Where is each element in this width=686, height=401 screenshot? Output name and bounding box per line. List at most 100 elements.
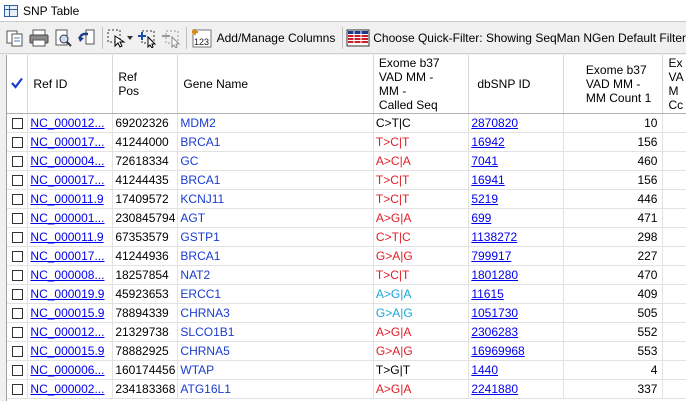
ref-id-link[interactable]: NC_000008... [30, 268, 104, 282]
add-manage-columns-button[interactable]: 123 Add/Manage Columns [190, 26, 340, 50]
undo-button[interactable] [75, 26, 99, 50]
row-checkbox[interactable] [11, 308, 23, 320]
ref-id-link[interactable]: NC_000011.9 [30, 192, 103, 206]
dbsnp-link[interactable]: 2870820 [471, 116, 518, 130]
deselect-button[interactable] [159, 26, 183, 50]
row-checkbox-cell[interactable] [7, 265, 29, 285]
table-row[interactable]: NC_000012... 69202326 MDM2 C>T|C 2870820 10 [7, 113, 686, 133]
table-row[interactable]: NC_000001... 230845794 AGT A>G|A 699 471 [7, 208, 686, 228]
ref-id-cell[interactable]: NC_000015.9 [27, 303, 114, 323]
row-checkbox-cell[interactable] [7, 360, 29, 380]
row-checkbox[interactable] [11, 194, 23, 206]
ref-id-link[interactable]: NC_000012... [30, 325, 104, 339]
row-checkbox-cell[interactable] [7, 379, 29, 399]
dbsnp-link[interactable]: 11615 [471, 287, 503, 301]
row-checkbox[interactable] [11, 137, 23, 149]
table-row[interactable]: NC_000012... 21329738 SLCO1B1 A>G|A 2306283 5… [7, 322, 686, 342]
ref-id-cell[interactable]: NC_000011.9 [27, 227, 114, 247]
dbsnp-cell[interactable]: 799917 [468, 246, 564, 266]
row-checkbox-cell[interactable] [7, 322, 29, 342]
row-checkbox-cell[interactable] [7, 284, 29, 304]
ref-id-link[interactable]: NC_000012... [30, 116, 104, 130]
ref-id-link[interactable]: NC_000011.9 [30, 230, 103, 244]
print-preview-button[interactable] [51, 26, 75, 50]
select-button[interactable] [105, 26, 126, 50]
table-row[interactable]: NC_000008... 18257854 NAT2 T>C|T 1801280 470 [7, 265, 686, 285]
row-checkbox[interactable] [11, 251, 23, 263]
dbsnp-cell[interactable]: 1801280 [468, 265, 564, 285]
dbsnp-cell[interactable]: 5219 [468, 189, 564, 209]
table-row[interactable]: NC_000015.9 78894339 CHRNA3 G>A|G 1051730 505 [7, 303, 686, 323]
dbsnp-link[interactable]: 7041 [471, 154, 498, 168]
row-checkbox[interactable] [11, 270, 23, 282]
select-all-column-header[interactable] [7, 55, 29, 114]
dbsnp-link[interactable]: 799917 [471, 249, 511, 263]
dbsnp-cell[interactable]: 16942 [468, 132, 564, 152]
select-rows-button[interactable] [135, 26, 159, 50]
row-checkbox-cell[interactable] [7, 132, 29, 152]
dbsnp-cell[interactable]: 16941 [468, 170, 564, 190]
quick-filter-button[interactable]: Choose Quick-Filter: Showing SeqMan NGen… [346, 26, 686, 50]
dbsnp-link[interactable]: 5219 [471, 192, 498, 206]
table-row[interactable]: NC_000019.9 45923653 ERCC1 A>G|A 11615 409 [7, 284, 686, 304]
ref-id-cell[interactable]: NC_000012... [27, 113, 114, 133]
row-checkbox[interactable] [11, 156, 23, 168]
row-checkbox[interactable] [11, 346, 23, 358]
ref-id-link[interactable]: NC_000015.9 [30, 306, 104, 320]
row-checkbox-cell[interactable] [7, 341, 29, 361]
column-header-mm-count[interactable]: Exome b37 VAD MM - MM Count 1 [563, 55, 664, 114]
row-checkbox[interactable] [11, 232, 23, 244]
column-header-gene-name[interactable]: Gene Name [177, 55, 374, 114]
row-checkbox-cell[interactable] [7, 151, 29, 171]
column-header-dbsnp-id[interactable]: dbSNP ID [468, 55, 564, 114]
table-row[interactable]: NC_000011.9 67353579 GSTP1 C>T|C 1138272 298 [7, 227, 686, 247]
dbsnp-cell[interactable]: 16969968 [468, 341, 564, 361]
dbsnp-link[interactable]: 1440 [471, 363, 498, 377]
table-row[interactable]: NC_000002... 234183368 ATG16L1 A>G|A 2241880… [7, 379, 686, 399]
row-checkbox[interactable] [11, 365, 23, 377]
select-dropdown-arrow[interactable] [126, 26, 135, 50]
column-header-ref-pos[interactable]: Ref Pos [112, 55, 179, 114]
row-checkbox-cell[interactable] [7, 208, 29, 228]
dbsnp-cell[interactable]: 11615 [468, 284, 564, 304]
dbsnp-cell[interactable]: 1138272 [468, 227, 564, 247]
ref-id-link[interactable]: NC_000017... [30, 173, 104, 187]
ref-id-cell[interactable]: NC_000017... [27, 170, 114, 190]
ref-id-cell[interactable]: NC_000017... [27, 132, 114, 152]
row-checkbox[interactable] [11, 175, 23, 187]
dbsnp-cell[interactable]: 2306283 [468, 322, 564, 342]
table-row[interactable]: NC_000017... 41244435 BRCA1 T>C|T 16941 156 [7, 170, 686, 190]
ref-id-link[interactable]: NC_000019.9 [30, 287, 104, 301]
ref-id-cell[interactable]: NC_000001... [27, 208, 114, 228]
dbsnp-link[interactable]: 2306283 [471, 325, 518, 339]
row-checkbox-cell[interactable] [7, 113, 29, 133]
ref-id-cell[interactable]: NC_000017... [27, 246, 114, 266]
table-row[interactable]: NC_000017... 41244000 BRCA1 T>C|T 16942 156 [7, 132, 686, 152]
ref-id-cell[interactable]: NC_000011.9 [27, 189, 114, 209]
dbsnp-cell[interactable]: 2241880 [468, 379, 564, 399]
row-checkbox[interactable] [11, 118, 23, 130]
table-row[interactable]: NC_000006... 160174456 WTAP T>G|T 1440 4 [7, 360, 686, 380]
row-checkbox[interactable] [11, 289, 23, 301]
ref-id-link[interactable]: NC_000001... [30, 211, 104, 225]
dbsnp-cell[interactable]: 1440 [468, 360, 564, 380]
ref-id-link[interactable]: NC_000017... [30, 135, 104, 149]
dbsnp-cell[interactable]: 1051730 [468, 303, 564, 323]
ref-id-cell[interactable]: NC_000008... [27, 265, 114, 285]
dbsnp-cell[interactable]: 2870820 [468, 113, 564, 133]
table-row[interactable]: NC_000011.9 17409572 KCNJ11 T>C|T 5219 446 [7, 189, 686, 209]
row-checkbox-cell[interactable] [7, 246, 29, 266]
dbsnp-cell[interactable]: 7041 [468, 151, 564, 171]
ref-id-cell[interactable]: NC_000019.9 [27, 284, 114, 304]
dbsnp-link[interactable]: 16969968 [471, 344, 524, 358]
row-checkbox-cell[interactable] [7, 303, 29, 323]
dbsnp-link[interactable]: 1801280 [471, 268, 518, 282]
dbsnp-link[interactable]: 1138272 [471, 230, 517, 244]
ref-id-link[interactable]: NC_000004... [30, 154, 104, 168]
ref-id-link[interactable]: NC_000006... [30, 363, 104, 377]
ref-id-cell[interactable]: NC_000002... [27, 379, 114, 399]
row-checkbox-cell[interactable] [7, 227, 29, 247]
dbsnp-link[interactable]: 2241880 [471, 382, 518, 396]
ref-id-link[interactable]: NC_000015.9 [30, 344, 104, 358]
row-checkbox-cell[interactable] [7, 189, 29, 209]
